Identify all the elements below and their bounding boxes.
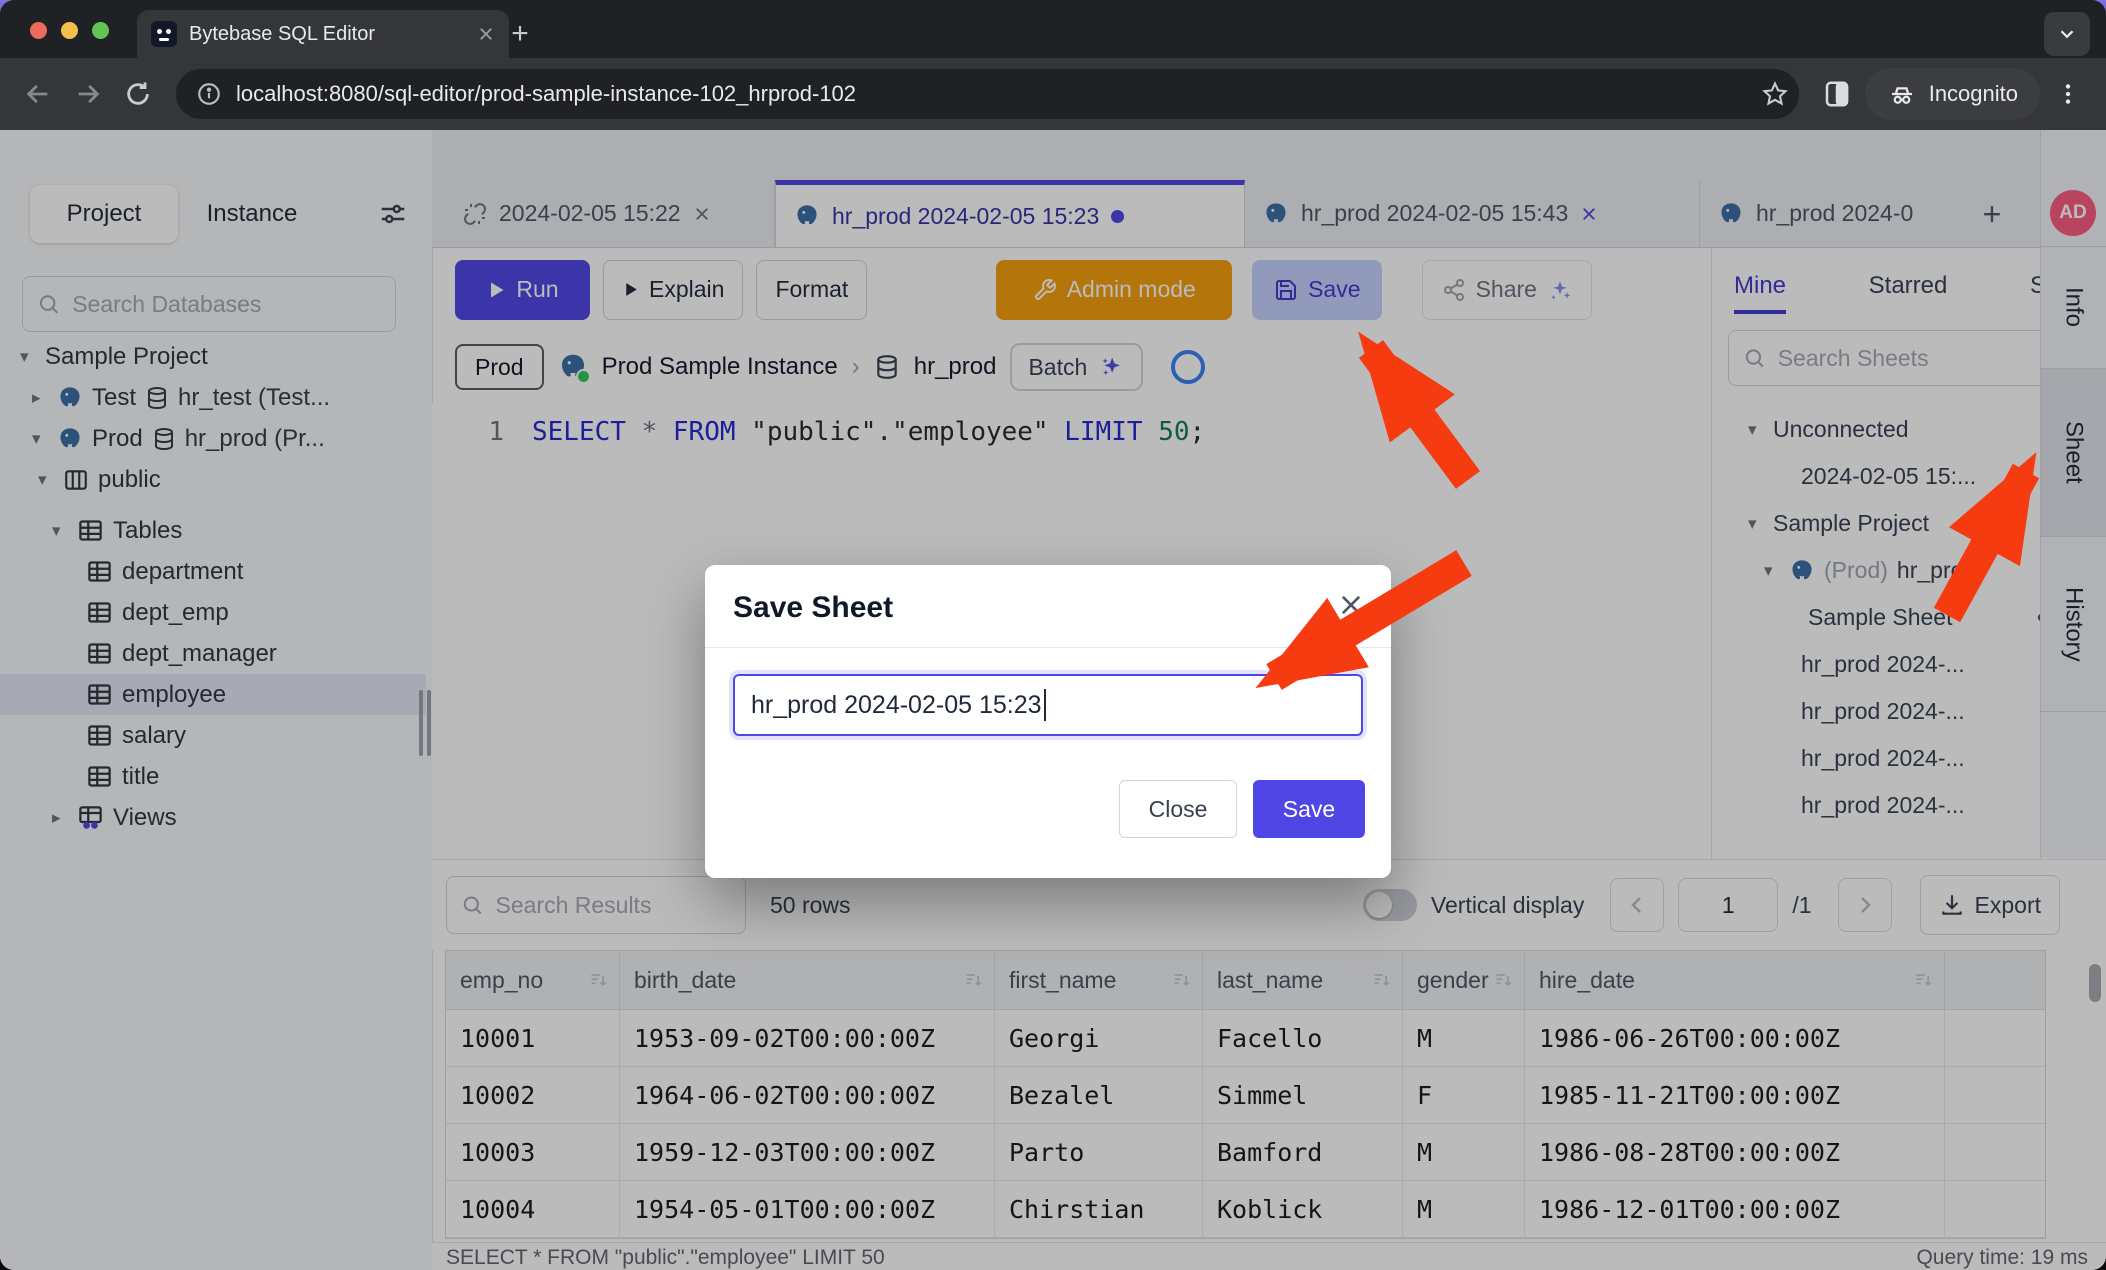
sheet-name-value: hr_prod 2024-02-05 15:23 <box>751 691 1042 720</box>
browser-tab[interactable]: Bytebase SQL Editor <box>137 10 509 58</box>
site-info-icon[interactable] <box>196 81 222 107</box>
dialog-save-button[interactable]: Save <box>1253 780 1365 838</box>
bytebase-favicon-icon <box>151 21 177 47</box>
dialog-divider <box>705 647 1391 648</box>
reload-icon <box>124 80 152 108</box>
sheet-name-input[interactable]: hr_prod 2024-02-05 15:23 <box>733 674 1363 736</box>
arrow-left-icon <box>24 80 52 108</box>
browser-tab-strip: Bytebase SQL Editor + <box>0 0 2106 58</box>
minimize-window-button[interactable] <box>61 22 78 39</box>
close-window-button[interactable] <box>30 22 47 39</box>
browser-tab-title: Bytebase SQL Editor <box>189 23 465 46</box>
reload-button[interactable] <box>116 72 160 116</box>
window-controls <box>30 22 109 39</box>
incognito-badge: Incognito <box>1865 68 2040 120</box>
close-tab-icon[interactable] <box>477 25 495 43</box>
forward-button[interactable] <box>66 72 110 116</box>
side-panel-icon <box>1822 79 1852 109</box>
close-dialog-icon[interactable] <box>1337 591 1365 619</box>
browser-window: Bytebase SQL Editor + localhost:8080/sql… <box>0 0 2106 1270</box>
dialog-close-button[interactable]: Close <box>1119 780 1237 838</box>
browser-menu-button[interactable] <box>2046 72 2090 116</box>
tab-search-button[interactable] <box>2044 12 2090 56</box>
url-text: localhost:8080/sql-editor/prod-sample-in… <box>236 81 1747 107</box>
browser-toolbar: localhost:8080/sql-editor/prod-sample-in… <box>0 58 2106 130</box>
incognito-icon <box>1887 79 1917 109</box>
side-panel-button[interactable] <box>1815 72 1859 116</box>
arrow-right-icon <box>74 80 102 108</box>
dialog-title: Save Sheet <box>733 591 893 625</box>
back-button[interactable] <box>16 72 60 116</box>
bookmark-star-icon[interactable] <box>1761 80 1789 108</box>
kebab-menu-icon <box>2055 81 2081 107</box>
new-tab-button[interactable]: + <box>500 14 540 54</box>
text-caret <box>1044 689 1046 721</box>
save-sheet-dialog: Save Sheet hr_prod 2024-02-05 15:23 Clos… <box>705 565 1391 878</box>
incognito-label: Incognito <box>1929 81 2018 107</box>
chevron-down-icon <box>2056 23 2078 45</box>
address-bar[interactable]: localhost:8080/sql-editor/prod-sample-in… <box>176 69 1799 119</box>
zoom-window-button[interactable] <box>92 22 109 39</box>
